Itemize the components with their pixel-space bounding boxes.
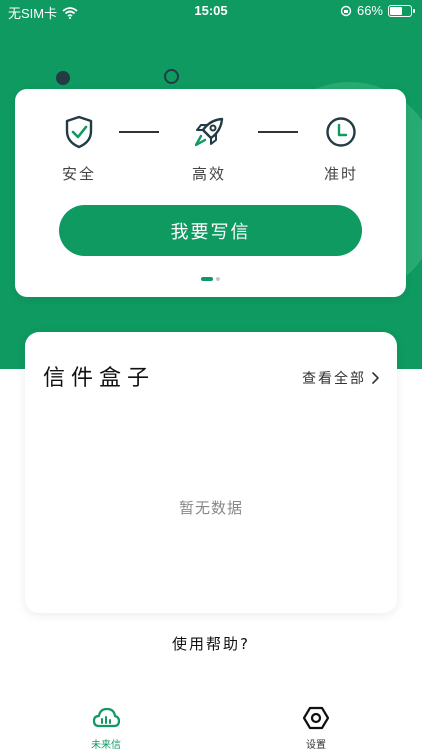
- tab-bar: 未来信 设置: [0, 700, 422, 751]
- mailbox-card: 信件盒子 查看全部 暂无数据: [25, 332, 397, 613]
- cloud-chart-icon: [92, 707, 121, 728]
- feature-safe: 安全: [49, 115, 109, 184]
- decorative-dot-filled: [56, 71, 70, 85]
- write-letter-button[interactable]: 我要写信: [59, 205, 362, 256]
- tab-future-letter[interactable]: 未来信: [66, 706, 146, 751]
- battery-icon: [388, 4, 415, 17]
- view-all-label: 查看全部: [302, 371, 366, 387]
- feature-ontime: 准时: [311, 115, 371, 184]
- connector-line: [258, 131, 298, 133]
- feature-label: 安全: [61, 165, 96, 183]
- decorative-dot-ring: [164, 69, 179, 84]
- carousel-dot[interactable]: [216, 277, 220, 281]
- battery-percent: 66%: [356, 3, 383, 18]
- empty-state-text: 暂无数据: [178, 499, 243, 517]
- chevron-right-icon: [372, 372, 379, 384]
- feature-label: 准时: [323, 165, 358, 183]
- carousel-dot-active[interactable]: [201, 277, 213, 281]
- orientation-lock-icon: [340, 5, 352, 16]
- mailbox-title: 信件盒子: [43, 366, 156, 391]
- tab-settings[interactable]: 设置: [276, 706, 356, 751]
- tab-label: 设置: [306, 740, 326, 751]
- feature-label: 高效: [191, 165, 226, 183]
- feature-efficient: 高效: [179, 115, 239, 184]
- shield-check-icon: [65, 115, 93, 149]
- connector-line: [119, 131, 159, 133]
- rocket-icon: [194, 117, 224, 147]
- clock-icon: [326, 117, 356, 147]
- status-bar: 无SIM卡 15:05 66%: [0, 0, 422, 22]
- help-link[interactable]: 使用帮助?: [0, 633, 422, 654]
- carousel-indicator: [201, 277, 220, 281]
- settings-hex-icon: [302, 706, 330, 730]
- view-all-link[interactable]: 查看全部: [302, 368, 379, 388]
- tab-label: 未来信: [91, 740, 121, 751]
- feature-card: 安全 高效 准时 我要写信: [15, 89, 406, 297]
